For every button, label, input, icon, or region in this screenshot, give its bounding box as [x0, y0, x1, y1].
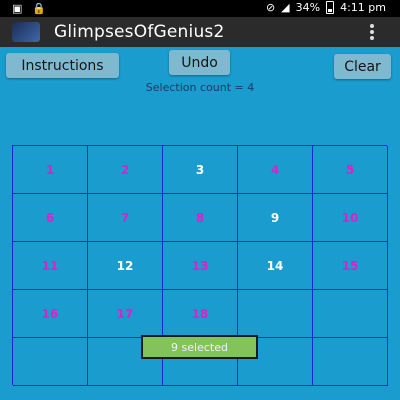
status-bar: ▣ 🔒 ⊘ ◢ 34% 4:11 pm — [0, 0, 400, 17]
grid-cell[interactable]: 14 — [238, 242, 313, 290]
status-right-icons: ⊘ ◢ 34% 4:11 pm — [266, 1, 386, 14]
status-time: 4:11 pm — [340, 1, 386, 14]
no-sim-icon: ⊘ — [265, 1, 276, 14]
grid-cell[interactable]: 15 — [313, 242, 388, 290]
clear-button[interactable]: Clear — [334, 54, 391, 79]
app-title: GlimpsesOfGenius2 — [54, 22, 225, 42]
menu-dot — [370, 30, 374, 34]
grid-cell[interactable]: 8 — [163, 194, 238, 242]
status-left-icons: ▣ 🔒 — [12, 2, 46, 15]
signal-icon: ◢ — [281, 1, 290, 14]
grid-cell[interactable] — [313, 338, 388, 386]
menu-dot — [370, 24, 374, 28]
grid-cell[interactable]: 10 — [313, 194, 388, 242]
grid-cell[interactable]: 16 — [13, 290, 88, 338]
battery-percent: 34% — [295, 1, 321, 14]
app-bar: GlimpsesOfGenius2 — [0, 17, 400, 47]
menu-dot — [370, 36, 374, 40]
grid-cell[interactable] — [13, 338, 88, 386]
grid-cell[interactable] — [238, 290, 313, 338]
lock-icon: 🔒 — [32, 2, 47, 15]
instructions-button[interactable]: Instructions — [6, 53, 119, 78]
undo-button[interactable]: Undo — [169, 50, 230, 75]
grid-cell[interactable]: 9 — [238, 194, 313, 242]
app-logo-icon — [12, 22, 40, 42]
selection-count: Selection count = 4 — [145, 81, 255, 94]
battery-icon — [326, 1, 335, 14]
grid-cell[interactable]: 17 — [88, 290, 163, 338]
grid-cell[interactable]: 11 — [13, 242, 88, 290]
grid-cell[interactable]: 6 — [13, 194, 88, 242]
grid-cell[interactable]: 7 — [88, 194, 163, 242]
grid-cell[interactable]: 13 — [163, 242, 238, 290]
grid-cell[interactable]: 18 — [163, 290, 238, 338]
grid-cell[interactable]: 1 — [13, 146, 88, 194]
grid-cell[interactable]: 2 — [88, 146, 163, 194]
overflow-menu-icon[interactable] — [370, 24, 374, 40]
grid-cell[interactable]: 5 — [313, 146, 388, 194]
grid-cell[interactable]: 4 — [238, 146, 313, 194]
selection-toast: 9 selected — [141, 335, 258, 359]
image-icon: ▣ — [12, 2, 23, 15]
grid-cell[interactable]: 12 — [88, 242, 163, 290]
grid-cell[interactable]: 3 — [163, 146, 238, 194]
grid-cell[interactable] — [313, 290, 388, 338]
